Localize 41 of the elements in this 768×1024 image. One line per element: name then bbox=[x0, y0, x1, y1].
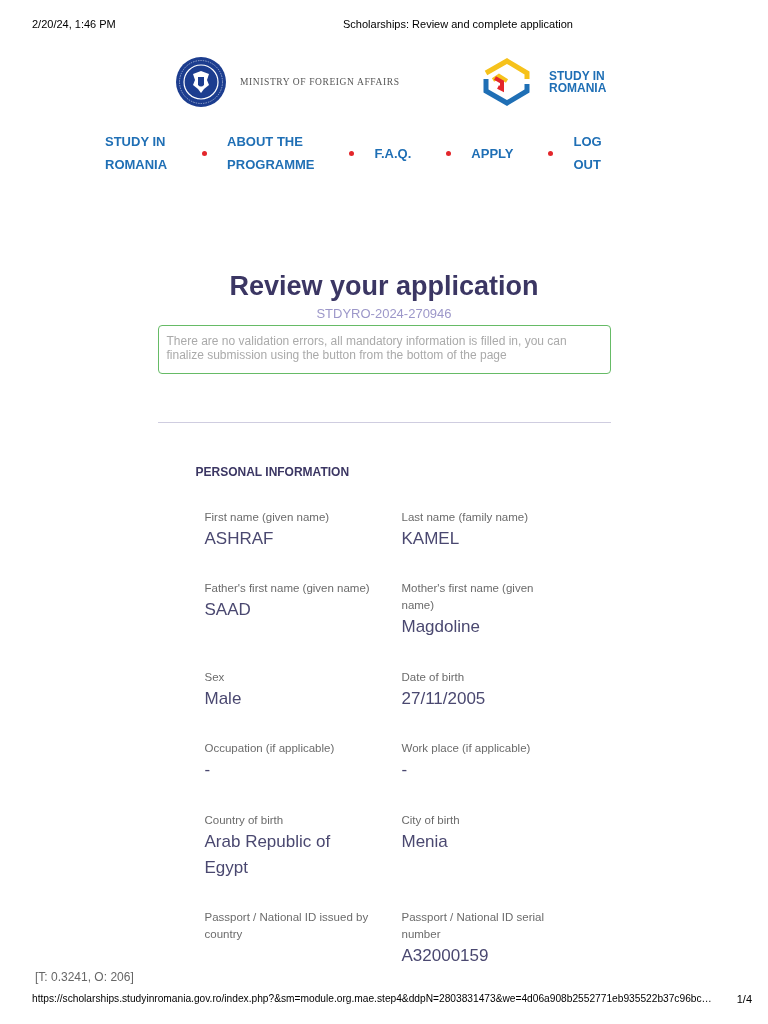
field-label: First name (given name) bbox=[204, 509, 331, 525]
field-value: - bbox=[401, 759, 409, 781]
print-date: 2/20/24, 1:46 PM bbox=[32, 17, 117, 31]
section-heading: PERSONAL INFORMATION bbox=[195, 463, 351, 480]
field-value: SAAD bbox=[204, 599, 252, 621]
field-label: Sex bbox=[204, 669, 226, 685]
field-label: Occupation (if applicable) bbox=[204, 741, 336, 756]
field-value: Arab Republic of Egypt bbox=[204, 830, 332, 879]
page-title: Review your application bbox=[228, 270, 540, 303]
field-value: 27/11/2005 bbox=[401, 687, 487, 710]
seal-icon bbox=[176, 57, 226, 107]
print-page-title: Scholarships: Review and complete application bbox=[343, 17, 573, 31]
debug-text: [T: 0.3241, O: 206] bbox=[35, 969, 135, 985]
page-url: https://scholarships.studyinromania.gov.ro/index.php?&sm=module.org.mae.step4&ddpN=2803831473&we=4d06a908b2552771eb935522b37c96bc… bbox=[32, 992, 712, 1006]
field-value: - bbox=[204, 759, 212, 781]
nav-link[interactable]: LOG OUT bbox=[573, 130, 602, 176]
field-value: KAMEL bbox=[401, 527, 461, 550]
ministry-name: MINISTRY OF FOREIGN AFFAIRS bbox=[240, 76, 401, 88]
field-value: Menia bbox=[401, 830, 449, 853]
field-label: Passport / National ID serial number bbox=[401, 910, 546, 942]
study-in-romania-logo-text: STUDY IN ROMANIA bbox=[549, 70, 608, 94]
field-label: Work place (if applicable) bbox=[401, 741, 532, 756]
field-label: Father's first name (given name) bbox=[204, 581, 371, 596]
hexagon-logo-icon bbox=[483, 57, 530, 107]
field-label: Date of birth bbox=[401, 669, 466, 685]
field-value: A32000159 bbox=[401, 945, 490, 967]
field-label: Mother's first name (given name) bbox=[401, 581, 535, 613]
nav-link[interactable]: APPLY bbox=[471, 141, 514, 165]
field-value: ASHRAF bbox=[204, 527, 275, 550]
field-label: City of birth bbox=[401, 812, 461, 828]
field-label: Passport / National ID issued by country bbox=[204, 910, 370, 942]
nav-link[interactable]: F.A.Q. bbox=[374, 141, 412, 165]
field-value: Male bbox=[204, 687, 243, 710]
page-number: 1/4 bbox=[736, 992, 752, 1006]
field-label: Last name (family name) bbox=[401, 509, 530, 525]
validation-notice: There are no validation errors, all mandatory information is filled in, you can finalize submission using the button from the bottom of the page bbox=[157, 325, 611, 374]
field-label: Country of birth bbox=[204, 812, 285, 828]
nav-link[interactable]: STUDY IN ROMANIA bbox=[105, 130, 168, 176]
nav-link[interactable]: ABOUT THE PROGRAMME bbox=[227, 130, 315, 176]
application-id: STDYRO-2024-270946 bbox=[315, 305, 453, 323]
field-value: Magdoline bbox=[401, 616, 481, 638]
